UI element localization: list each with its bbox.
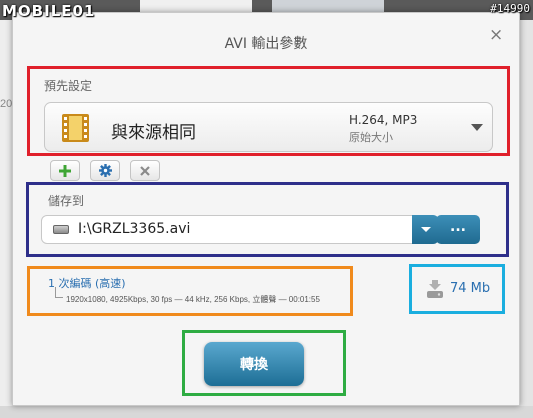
preset-name: 與來源相同 <box>111 123 196 143</box>
save-label: 儲存到 <box>48 194 85 208</box>
file-size-highlight-box: 74 Mb <box>409 264 505 314</box>
convert-button[interactable]: 轉換 <box>204 342 304 386</box>
preset-codec: H.264, MP3 <box>349 113 418 127</box>
watermark-logo: MOBILE01 <box>2 2 96 20</box>
preset-size-note: 原始大小 <box>349 131 393 144</box>
watermark-id: #14990 <box>490 2 530 15</box>
convert-highlight-box: 轉換 <box>182 330 346 396</box>
preset-dropdown[interactable]: 與來源相同 H.264, MP3 原始大小 <box>44 102 493 152</box>
background-app-left: 20 <box>0 20 12 418</box>
close-icon <box>140 165 150 176</box>
film-icon <box>62 114 89 142</box>
background-text: 20 <box>0 98 13 110</box>
dialog-title: AVI 輸出參數 <box>224 36 308 52</box>
background-app-right <box>520 20 533 418</box>
plus-icon <box>59 164 71 177</box>
tree-connector <box>55 287 63 298</box>
close-icon[interactable]: × <box>489 25 503 45</box>
preset-label: 預先設定 <box>44 79 93 93</box>
chevron-down-icon <box>471 124 483 131</box>
add-preset-button[interactable] <box>50 160 80 181</box>
remove-preset-button[interactable] <box>130 160 160 181</box>
browse-button[interactable]: ... <box>436 215 480 244</box>
save-location-highlight-box: 儲存到 I:\GRZL3365.avi ... <box>26 182 509 257</box>
drive-icon <box>53 225 69 234</box>
save-path-field[interactable]: I:\GRZL3365.avi <box>41 215 439 244</box>
preset-highlight-box: 預先設定 與來源相同 H.264, MP3 原始大小 <box>27 66 510 156</box>
preset-settings-button[interactable] <box>90 160 120 181</box>
file-size-icon <box>427 280 443 298</box>
background-app-bottom <box>0 406 533 418</box>
encode-info-highlight-box: 1 次編碼 (高速) 1920x1080, 4925Kbps, 30 fps —… <box>27 266 353 316</box>
gear-icon <box>98 164 112 177</box>
encode-detail: 1920x1080, 4925Kbps, 30 fps — 44 kHz, 25… <box>66 295 320 304</box>
save-path-text: I:\GRZL3365.avi <box>78 221 191 237</box>
file-size-value: 74 Mb <box>450 281 491 296</box>
path-dropdown-button[interactable] <box>412 215 439 244</box>
